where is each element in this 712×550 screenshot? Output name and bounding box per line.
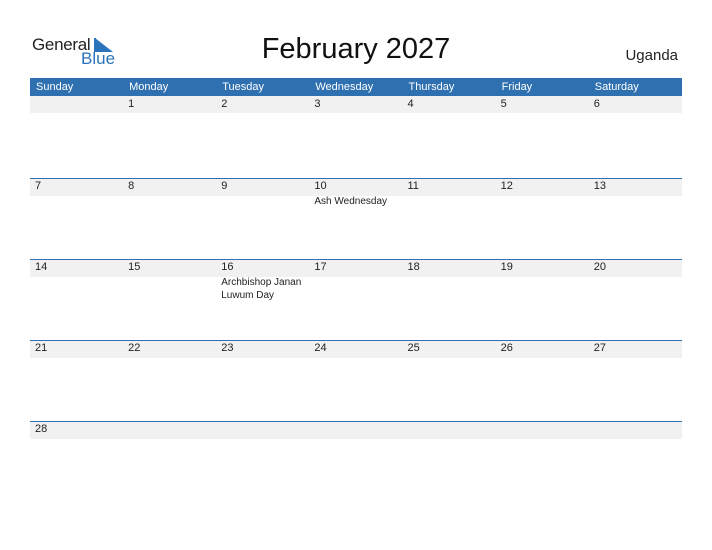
week-cells: 1 2 3 4 5 6 bbox=[30, 96, 682, 113]
weekday-wednesday: Wednesday bbox=[315, 81, 374, 93]
day-number bbox=[408, 421, 496, 438]
page-title: February 2027 bbox=[261, 33, 451, 65]
day-cell: 22 bbox=[123, 340, 216, 357]
day-number: 8 bbox=[128, 180, 135, 192]
day-number: 27 bbox=[593, 342, 606, 354]
weekday-monday: Monday bbox=[129, 81, 169, 93]
day-cell bbox=[30, 96, 123, 113]
day-cell bbox=[496, 421, 589, 438]
day-cell: 7 bbox=[30, 178, 123, 208]
day-cell: 5 bbox=[496, 96, 589, 113]
day-number: 14 bbox=[35, 261, 48, 273]
day-cell: 27 bbox=[589, 340, 682, 357]
week-cells: 7 8 9 10 Ash Wednesday 11 12 13 bbox=[30, 178, 682, 208]
day-cell: 21 bbox=[30, 340, 123, 357]
day-number bbox=[221, 421, 309, 438]
holiday-event: Ash Wednesday bbox=[314, 196, 388, 207]
week-cells: 14 15 16 Archbishop Janan Luwum Day 17 18 19 20 bbox=[30, 259, 682, 302]
day-cell: 3 bbox=[309, 96, 402, 113]
day-number: 13 bbox=[593, 180, 606, 192]
day-cell: 25 bbox=[403, 340, 496, 357]
weekday-header: Sunday Monday Tuesday Wednesday Thursday… bbox=[30, 78, 682, 96]
day-number: 2 bbox=[221, 98, 228, 110]
day-number: 16 bbox=[221, 261, 234, 273]
week-cells: 28 bbox=[30, 421, 682, 438]
day-cell: 24 bbox=[309, 340, 402, 357]
day-cell: 26 bbox=[496, 340, 589, 357]
day-number: 1 bbox=[128, 98, 135, 110]
day-number: 20 bbox=[593, 261, 606, 273]
weekday-saturday: Saturday bbox=[594, 81, 639, 93]
day-cell: 28 bbox=[30, 421, 123, 438]
week-row: 28 bbox=[30, 421, 682, 502]
day-number: 12 bbox=[500, 180, 513, 192]
day-number: 24 bbox=[314, 342, 327, 354]
day-number: 5 bbox=[500, 98, 507, 110]
day-number: 6 bbox=[593, 98, 600, 110]
day-cell: 18 bbox=[403, 259, 496, 302]
day-number: 11 bbox=[407, 180, 419, 192]
country-label: Uganda bbox=[625, 47, 678, 64]
day-number: 15 bbox=[128, 261, 141, 273]
day-number: 10 bbox=[314, 180, 327, 192]
weeks-container: 1 2 3 4 5 6 7 8 9 10 Ash Wednesday 11 12 13 14 15 16 Arch… bbox=[30, 96, 682, 502]
day-cell: 16 Archbishop Janan Luwum Day bbox=[216, 259, 309, 302]
day-cell: 15 bbox=[123, 259, 216, 302]
day-number bbox=[314, 421, 402, 438]
week-row: 1 2 3 4 5 6 bbox=[30, 96, 682, 178]
day-cell bbox=[309, 421, 402, 438]
day-number: 18 bbox=[407, 261, 420, 273]
day-cell bbox=[216, 421, 309, 438]
day-cell: 17 bbox=[309, 259, 402, 302]
week-row: 21 22 23 24 25 26 27 bbox=[30, 340, 682, 421]
holiday-event: Archbishop Janan Luwum Day bbox=[221, 277, 302, 301]
day-cell: 11 bbox=[403, 178, 496, 208]
calendar-grid: Sunday Monday Tuesday Wednesday Thursday… bbox=[30, 78, 682, 502]
day-number: 7 bbox=[35, 180, 42, 192]
day-number bbox=[594, 421, 682, 438]
day-cell: 23 bbox=[216, 340, 309, 357]
day-number bbox=[35, 96, 123, 113]
day-number: 23 bbox=[221, 342, 234, 354]
day-number: 9 bbox=[221, 180, 228, 192]
day-number: 26 bbox=[500, 342, 513, 354]
day-number: 21 bbox=[35, 342, 48, 354]
day-number: 4 bbox=[407, 98, 414, 110]
day-number bbox=[128, 421, 216, 438]
day-cell: 19 bbox=[496, 259, 589, 302]
day-cell: 20 bbox=[589, 259, 682, 302]
day-cell: 10 Ash Wednesday bbox=[309, 178, 402, 208]
day-cell: 8 bbox=[123, 178, 216, 208]
day-number: 25 bbox=[407, 342, 420, 354]
weekday-sunday: Sunday bbox=[36, 81, 74, 93]
day-number: 17 bbox=[314, 261, 327, 273]
day-number bbox=[501, 421, 589, 438]
day-number: 19 bbox=[500, 261, 513, 273]
week-cells: 21 22 23 24 25 26 27 bbox=[30, 340, 682, 357]
day-cell: 4 bbox=[403, 96, 496, 113]
weekday-friday: Friday bbox=[501, 81, 533, 93]
weekday-thursday: Thursday bbox=[408, 81, 455, 93]
day-cell bbox=[403, 421, 496, 438]
day-cell bbox=[123, 421, 216, 438]
week-row: 14 15 16 Archbishop Janan Luwum Day 17 18 19 20 bbox=[30, 259, 682, 340]
weekday-tuesday: Tuesday bbox=[222, 81, 265, 93]
day-cell: 13 bbox=[589, 178, 682, 208]
day-number: 3 bbox=[314, 98, 321, 110]
day-cell: 1 bbox=[123, 96, 216, 113]
day-cell: 6 bbox=[589, 96, 682, 113]
week-row: 7 8 9 10 Ash Wednesday 11 12 13 bbox=[30, 178, 682, 259]
day-number: 22 bbox=[128, 342, 141, 354]
day-cell: 2 bbox=[216, 96, 309, 113]
day-cell bbox=[589, 421, 682, 438]
day-cell: 9 bbox=[216, 178, 309, 208]
day-cell: 12 bbox=[496, 178, 589, 208]
day-number: 28 bbox=[35, 423, 48, 435]
day-cell: 14 bbox=[30, 259, 123, 302]
